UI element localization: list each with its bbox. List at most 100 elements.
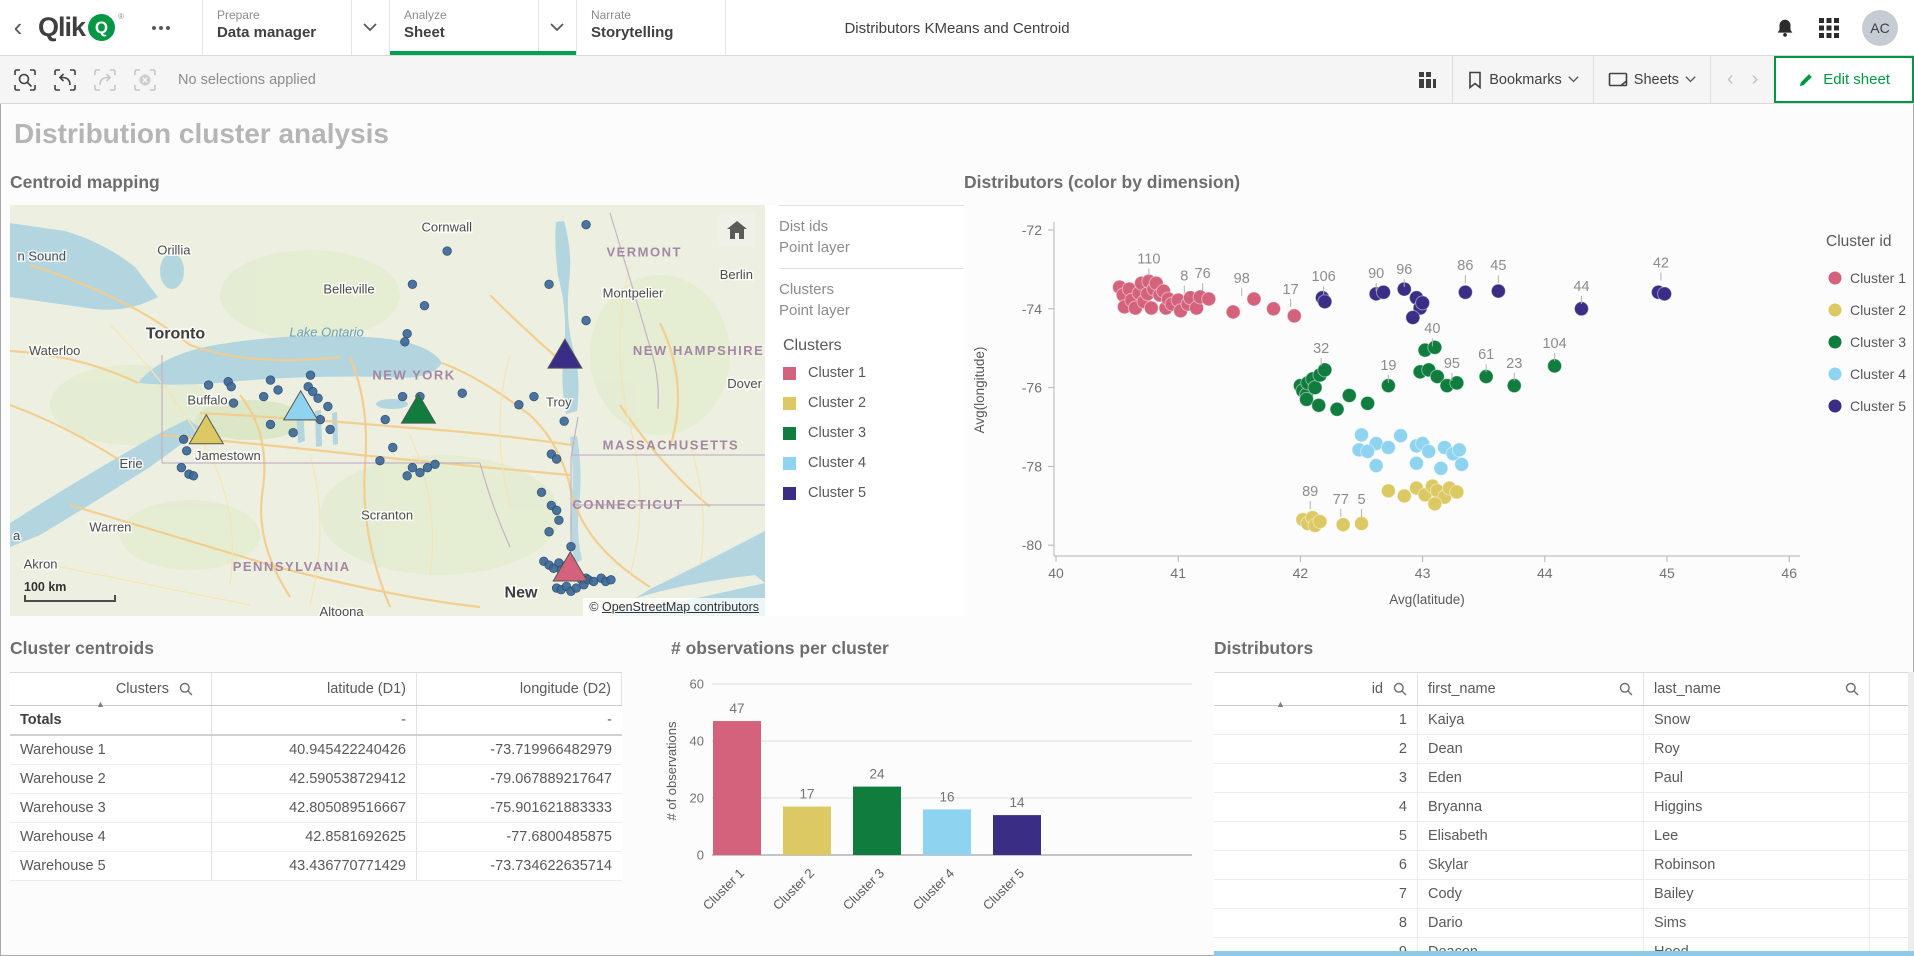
scatter-legend-label[interactable]: Cluster 5 <box>1850 398 1906 414</box>
nav-prepare-dropdown[interactable] <box>351 0 389 55</box>
map-home-button[interactable] <box>719 213 755 247</box>
map-distributor-dot[interactable] <box>229 399 238 408</box>
map-distributor-dot[interactable] <box>458 389 467 398</box>
scatter-point[interactable] <box>1491 284 1505 298</box>
scatter-point[interactable] <box>1406 310 1420 324</box>
scatter-point[interactable] <box>1361 396 1375 410</box>
scatter-chart[interactable]: -72-74-76-78-8040414243444546Avg(longitu… <box>964 200 1914 630</box>
next-sheet-button[interactable]: › <box>1752 68 1759 91</box>
vertical-scrollbar[interactable] <box>1908 672 1914 956</box>
scatter-point[interactable] <box>1342 388 1356 402</box>
avatar[interactable]: AC <box>1862 10 1898 46</box>
scatter-point[interactable] <box>1247 292 1261 306</box>
scatter-point[interactable] <box>1452 443 1466 457</box>
scatter-point[interactable] <box>1422 444 1436 458</box>
map-distributor-dot[interactable] <box>204 381 213 390</box>
edit-sheet-button[interactable]: Edit sheet <box>1774 56 1914 103</box>
map-distributor-dot[interactable] <box>408 463 417 472</box>
map-distributor-dot[interactable] <box>266 420 275 429</box>
x-category-label[interactable]: Cluster 2 <box>770 866 817 913</box>
map-distributor-dot[interactable] <box>420 301 429 310</box>
scatter-point[interactable] <box>1376 285 1390 299</box>
search-icon[interactable] <box>1393 682 1407 696</box>
table-row[interactable]: Warehouse 442.8581692625-77.6800485875 <box>10 823 622 852</box>
scatter-point[interactable] <box>1318 295 1332 309</box>
scatter-point[interactable] <box>1381 484 1395 498</box>
scatter-point[interactable] <box>1144 301 1158 315</box>
scatter-point[interactable] <box>1458 285 1472 299</box>
nav-analyze-dropdown[interactable] <box>538 0 576 55</box>
notifications-button[interactable] <box>1774 17 1796 39</box>
scatter-point[interactable] <box>1409 456 1423 470</box>
table-row[interactable]: 6SkylarRobinson <box>1214 851 1914 880</box>
scatter-point[interactable] <box>1416 296 1430 310</box>
bar-chart[interactable]: 6040200# of observations47Cluster 117Clu… <box>660 666 1200 956</box>
table-row[interactable]: 8DarioSims <box>1214 909 1914 938</box>
bar[interactable] <box>923 809 971 855</box>
table-row[interactable]: 4BryannaHiggins <box>1214 793 1914 822</box>
map-distributor-dot[interactable] <box>552 506 561 515</box>
map-distributor-dot[interactable] <box>179 435 188 444</box>
table-row[interactable]: Warehouse 242.590538729412-79.0678892176… <box>10 765 622 794</box>
map-distributor-dot[interactable] <box>189 472 198 481</box>
scatter-legend-label[interactable]: Cluster 3 <box>1850 334 1906 350</box>
scatter-point[interactable] <box>1308 381 1322 395</box>
map-distributor-dot[interactable] <box>182 446 191 455</box>
map-distributor-dot[interactable] <box>582 316 591 325</box>
nav-prepare-main[interactable]: Prepare Data manager <box>203 0 351 55</box>
nav-analyze-main[interactable]: Analyze Sheet <box>390 0 538 55</box>
x-category-label[interactable]: Cluster 5 <box>980 866 1027 913</box>
nav-narrate-main[interactable]: Narrate Storytelling <box>577 0 725 55</box>
scatter-point[interactable] <box>1397 489 1411 503</box>
x-category-label[interactable]: Cluster 3 <box>840 866 887 913</box>
map-distributor-dot[interactable] <box>552 455 561 464</box>
map-distributor-dot[interactable] <box>567 542 576 551</box>
prev-sheet-button[interactable]: ‹ <box>1727 68 1734 91</box>
x-category-label[interactable]: Cluster 4 <box>910 866 957 913</box>
scatter-point[interactable] <box>1369 459 1383 473</box>
smart-search-icon[interactable] <box>10 65 40 95</box>
map-canvas[interactable]: n SoundOrilliaCornwallVERMONTBerlinMontp… <box>10 205 765 616</box>
map-distributor-dot[interactable] <box>177 463 186 472</box>
column-header-clusters[interactable]: Clusters <box>10 673 212 705</box>
map-distributor-dot[interactable] <box>545 527 554 536</box>
search-icon[interactable] <box>1619 682 1633 696</box>
column-header-latitude-d1-[interactable]: latitude (D1) <box>212 673 417 705</box>
map-distributor-dot[interactable] <box>274 386 283 395</box>
scatter-point[interactable] <box>1455 457 1469 471</box>
map-distributor-dot[interactable] <box>259 392 268 401</box>
table-row[interactable]: 2DeanRoy <box>1214 735 1914 764</box>
bookmarks-button[interactable]: Bookmarks <box>1452 56 1593 103</box>
table-row[interactable]: 1KaiyaSnow <box>1214 706 1914 735</box>
column-header-id[interactable]: id <box>1214 673 1418 705</box>
scatter-point[interactable] <box>1361 444 1375 458</box>
column-header-first_name[interactable]: first_name <box>1418 673 1644 705</box>
map-legend-item[interactable]: Cluster 1 <box>783 365 964 381</box>
scatter-legend-label[interactable]: Cluster 1 <box>1850 270 1906 286</box>
map-distributor-dot[interactable] <box>537 488 546 497</box>
bar[interactable] <box>993 815 1041 855</box>
map-distributor-dot[interactable] <box>376 456 385 465</box>
bar[interactable] <box>853 787 901 855</box>
qlik-logo[interactable]: Qlik Q ® <box>36 0 134 55</box>
map-distributor-dot[interactable] <box>560 417 569 426</box>
scatter-point[interactable] <box>1313 515 1327 529</box>
scatter-legend-label[interactable]: Cluster 4 <box>1850 366 1906 382</box>
map-distributor-dot[interactable] <box>266 376 275 385</box>
map-distributor-dot[interactable] <box>403 329 412 338</box>
scatter-point[interactable] <box>1355 428 1369 442</box>
map-distributor-dot[interactable] <box>408 280 417 289</box>
map-distributor-dot[interactable] <box>289 428 298 437</box>
map-distributor-dot[interactable] <box>431 460 440 469</box>
map-distributor-dot[interactable] <box>545 280 554 289</box>
scatter-point[interactable] <box>1428 497 1442 511</box>
scatter-point[interactable] <box>1226 305 1240 319</box>
map-distributor-dot[interactable] <box>555 516 564 525</box>
scatter-point[interactable] <box>1394 429 1408 443</box>
table-row[interactable]: Warehouse 140.945422240426-73.7199664829… <box>10 736 622 765</box>
table-row[interactable]: 7CodyBailey <box>1214 880 1914 909</box>
map-distributor-dot[interactable] <box>530 392 539 401</box>
scatter-point[interactable] <box>1202 292 1216 306</box>
bar[interactable] <box>783 807 831 855</box>
map-distributor-dot[interactable] <box>582 220 591 229</box>
